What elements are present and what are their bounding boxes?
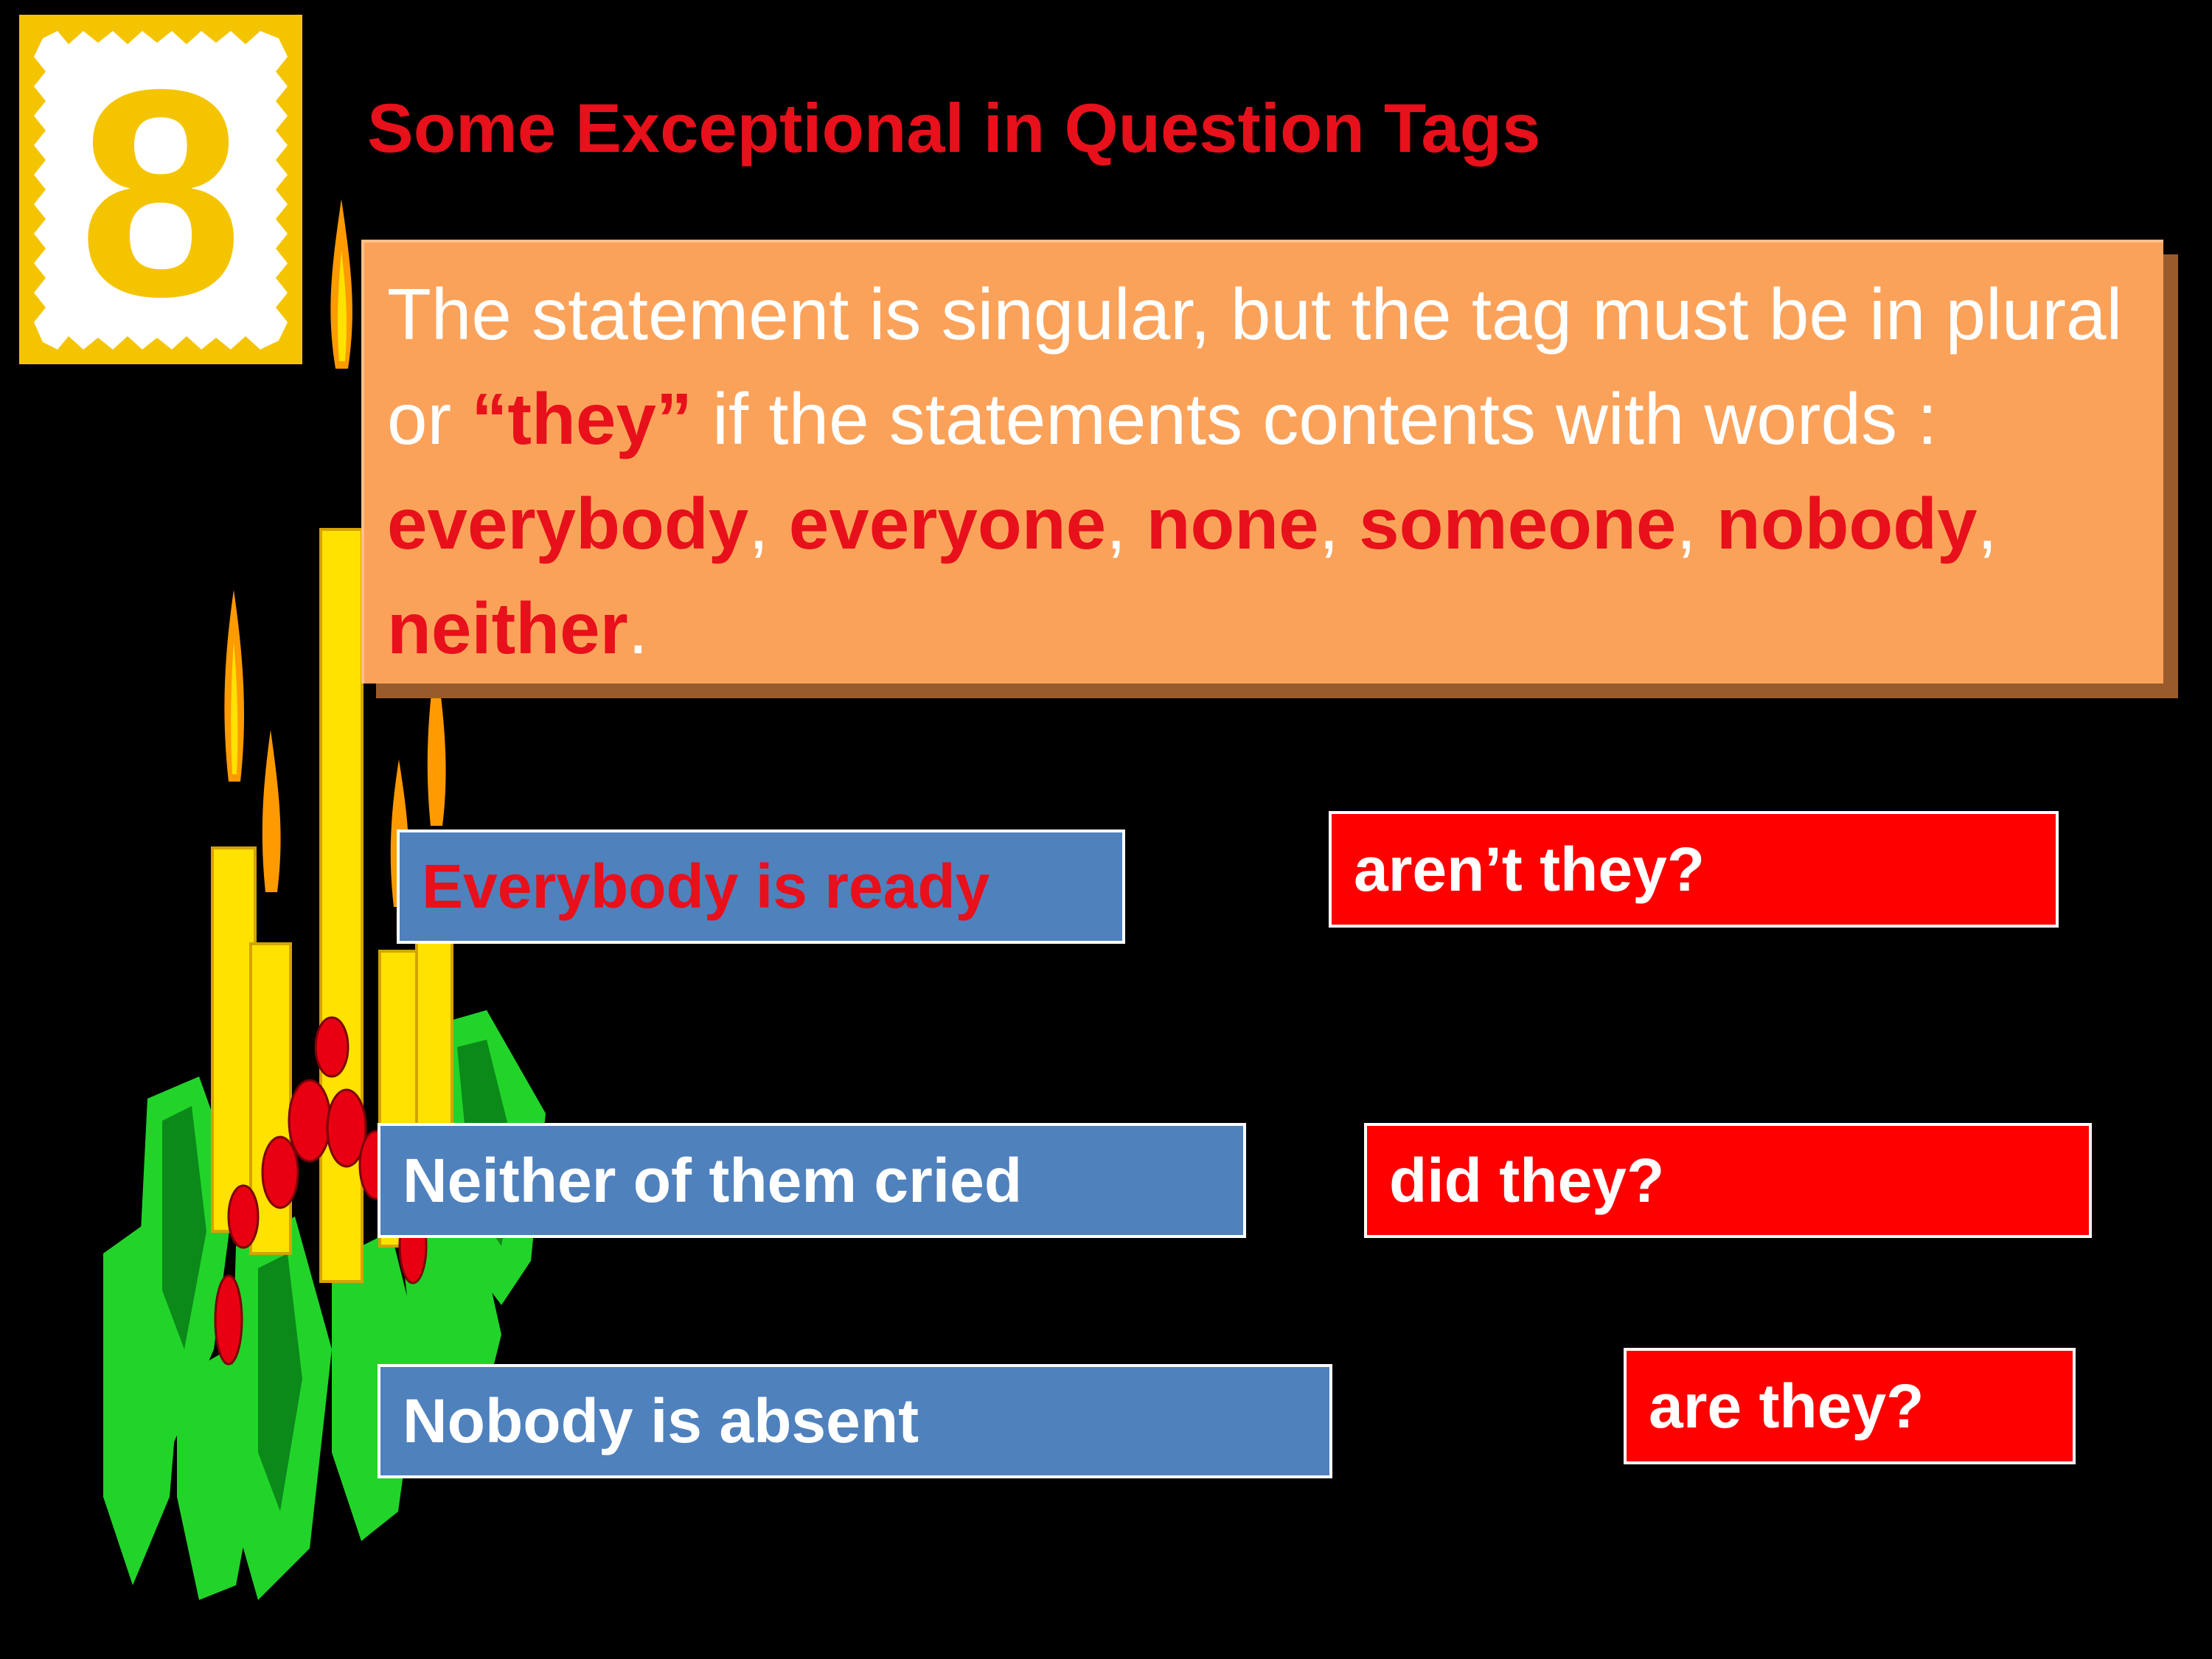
keyword-someone: someone: [1359, 483, 1677, 564]
info-text-tail: if the statements contents with words :: [692, 378, 1938, 459]
keyword-none: none: [1146, 483, 1319, 564]
keyword-nobody: nobody: [1716, 483, 1978, 564]
they-highlight: “they”: [471, 378, 692, 459]
keyword-everybody: everybody: [387, 483, 749, 564]
question-tag-box: did they?: [1364, 1123, 2092, 1238]
question-tag-box: are they?: [1624, 1348, 2076, 1464]
statement-box: Neither of them cried: [378, 1123, 1246, 1238]
keyword-neither: neither: [387, 588, 628, 669]
question-tag-box: aren’t they?: [1329, 811, 2059, 928]
info-text: The statement is singular, but the tag m…: [387, 274, 2123, 669]
slide-title: Some Exceptional in Question Tags: [367, 89, 1541, 167]
statement-box: Nobody is absent: [378, 1364, 1332, 1478]
keyword-everyone: everyone: [788, 483, 1107, 564]
statement-box: Everybody is ready: [397, 830, 1125, 944]
